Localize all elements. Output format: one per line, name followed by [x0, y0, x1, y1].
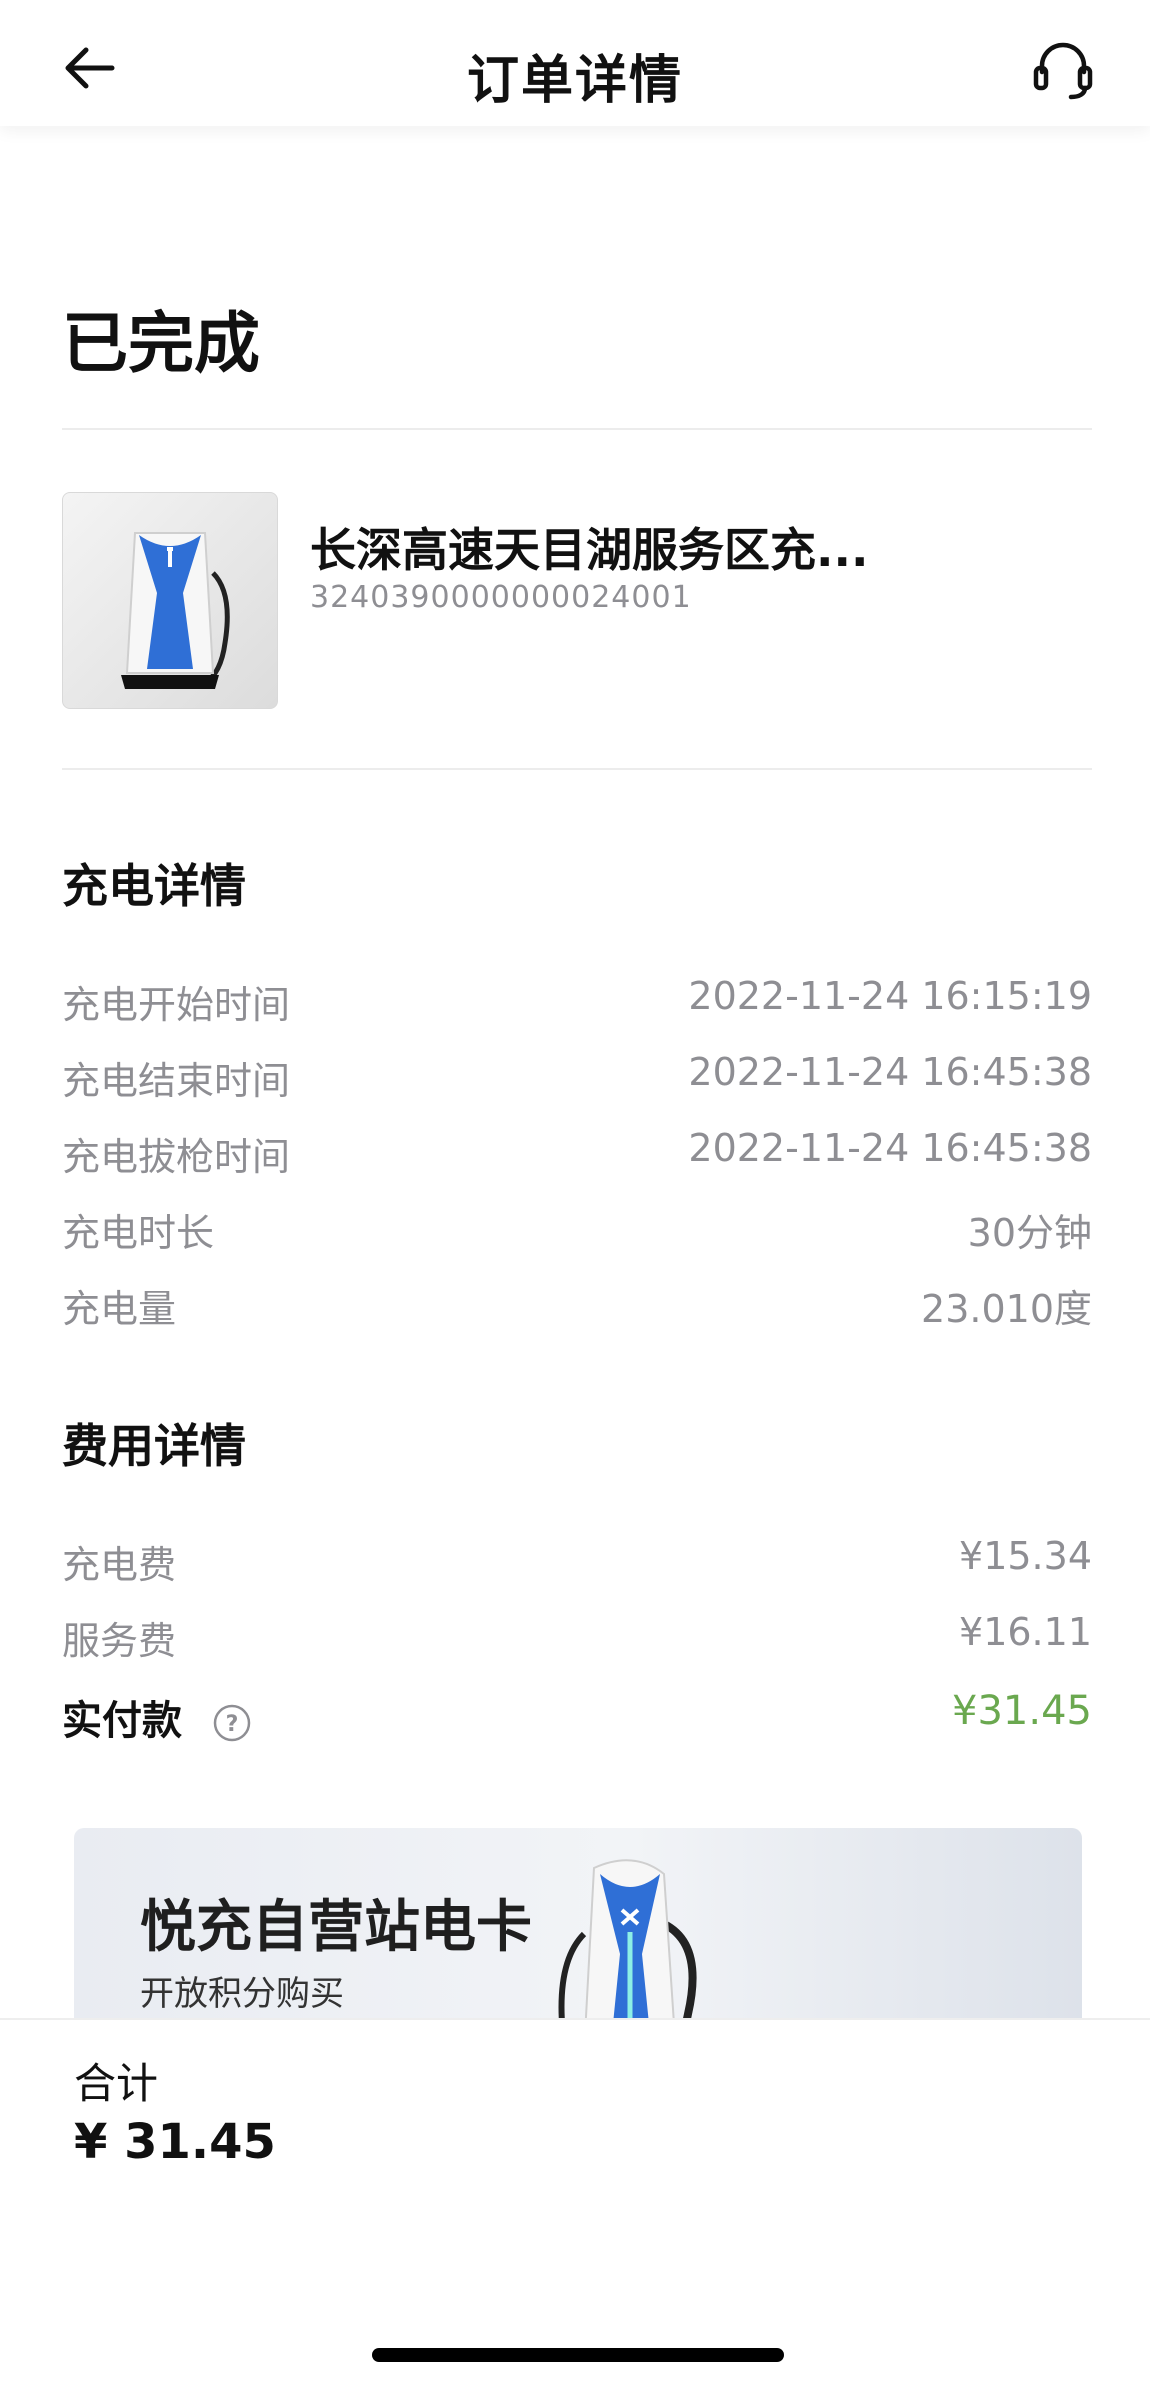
row-label: 实付款 ? — [62, 1688, 252, 1746]
help-button[interactable]: ? — [212, 1703, 252, 1743]
total-label: 合计 — [74, 2059, 159, 2108]
home-indicator[interactable] — [372, 2348, 784, 2362]
row-value: 2022-11-24 16:45:38 — [688, 1126, 1092, 1170]
paid-label: 实付款 — [62, 1698, 182, 1744]
row-value: 30分钟 — [967, 1211, 1092, 1255]
station-thumbnail[interactable] — [62, 492, 278, 709]
svg-text:?: ? — [226, 1712, 239, 1737]
station-id: 3240390000000024001 — [310, 580, 692, 615]
detail-row-start-time: 充电开始时间 2022-11-24 16:15:19 — [62, 974, 1092, 1034]
row-label: 充电量 — [62, 1287, 177, 1331]
bottom-total-bar: 合计 ¥ 31.45 — [0, 2018, 1150, 2384]
row-label: 充电拔枪时间 — [62, 1135, 291, 1179]
order-status: 已完成 — [62, 305, 260, 382]
charging-details-title: 充电详情 — [62, 859, 246, 913]
detail-row-unplug-time: 充电拔枪时间 2022-11-24 16:45:38 — [62, 1126, 1092, 1186]
fee-row-paid: 实付款 ? ¥31.45 — [62, 1688, 1092, 1748]
detail-row-end-time: 充电结束时间 2022-11-24 16:45:38 — [62, 1050, 1092, 1110]
paid-amount: ¥31.45 — [952, 1688, 1092, 1734]
row-value: 2022-11-24 16:45:38 — [688, 1050, 1092, 1094]
divider — [62, 428, 1092, 430]
row-label: 服务费 — [62, 1619, 177, 1663]
fee-details-title: 费用详情 — [62, 1419, 246, 1473]
row-value: 2022-11-24 16:15:19 — [688, 974, 1092, 1018]
detail-row-duration: 充电时长 30分钟 — [62, 1202, 1092, 1262]
promo-banner[interactable]: 悦充自营站电卡 开放积分购买 — [74, 1828, 1082, 2018]
total-amount: ¥ 31.45 — [74, 2114, 276, 2170]
row-label: 充电时长 — [62, 1211, 215, 1255]
customer-service-button[interactable] — [1030, 36, 1096, 102]
page-title: 订单详情 — [466, 51, 683, 111]
fee-row-service: 服务费 ¥16.11 — [62, 1610, 1092, 1670]
divider — [62, 768, 1092, 770]
detail-row-energy: 充电量 23.010度 — [62, 1278, 1092, 1338]
question-circle-icon: ? — [213, 1704, 251, 1742]
row-value: ¥15.34 — [959, 1534, 1092, 1578]
fee-row-charging: 充电费 ¥15.34 — [62, 1534, 1092, 1594]
row-label: 充电费 — [62, 1543, 177, 1587]
station-name[interactable]: 长深高速天目湖服务区充... — [310, 514, 868, 580]
charger-image — [121, 532, 230, 689]
banner-subtitle: 开放积分购买 — [140, 1974, 344, 2014]
top-nav-bar: 订单详情 — [0, 0, 1150, 126]
row-value: 23.010度 — [921, 1287, 1092, 1331]
headset-icon — [1033, 42, 1093, 100]
row-label: 充电开始时间 — [62, 983, 291, 1027]
charger-image — [558, 1859, 697, 2018]
banner-title: 悦充自营站电卡 — [140, 1895, 532, 1960]
row-value: ¥16.11 — [959, 1610, 1092, 1654]
row-label: 充电结束时间 — [62, 1059, 291, 1103]
